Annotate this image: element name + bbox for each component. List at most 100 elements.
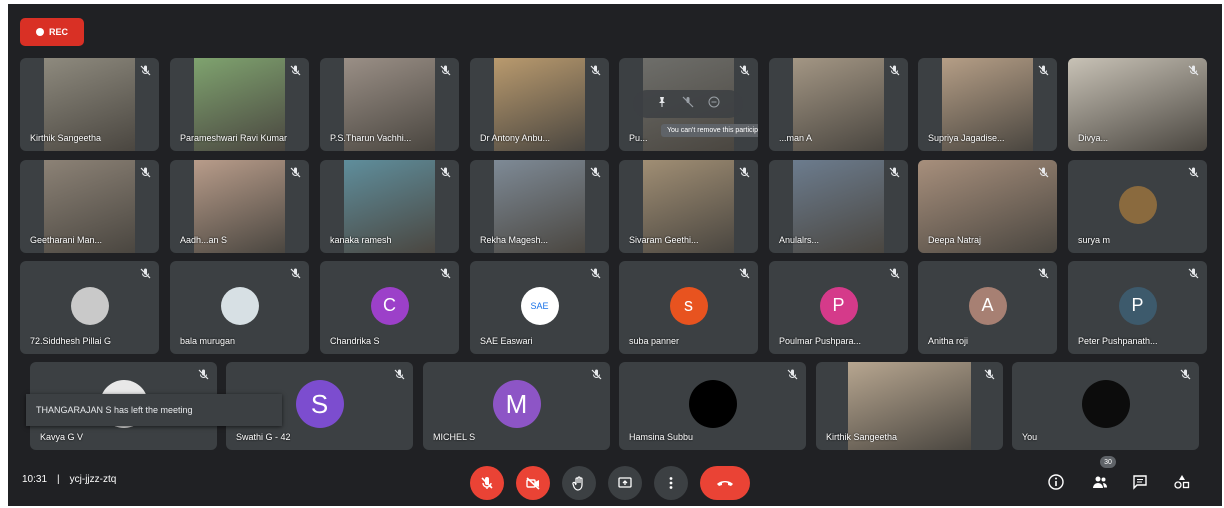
mic-muted-icon: [290, 65, 301, 76]
present-button[interactable]: [608, 466, 642, 500]
activities-button[interactable]: [1170, 470, 1194, 494]
mic-muted-icon: [290, 167, 301, 178]
participant-tile[interactable]: Deepa Natraj: [918, 160, 1057, 253]
mic-off-icon: [481, 477, 493, 489]
participant-name: Kirthik Sangeetha: [30, 133, 102, 143]
participant-tile[interactable]: You: [1012, 362, 1199, 450]
pin-icon: [659, 97, 665, 107]
participant-name: bala murugan: [180, 336, 236, 346]
present-icon: [618, 477, 632, 488]
mic-muted-icon: [290, 268, 301, 279]
participant-tile[interactable]: kanaka ramesh: [320, 160, 459, 253]
meeting-time: 10:31: [22, 474, 48, 485]
mic-muted-icon: [440, 65, 451, 76]
participant-tile[interactable]: A Anitha roji: [918, 261, 1057, 354]
recording-badge: REC: [20, 18, 84, 46]
participant-tile[interactable]: Rekha Magesh...: [470, 160, 609, 253]
mic-muted-icon: [739, 268, 750, 279]
remove-tooltip: You can't remove this participant: [661, 124, 758, 137]
participant-name: You: [1022, 432, 1038, 442]
participant-name: Deepa Natraj: [928, 235, 982, 245]
participant-tile[interactable]: Aadh...an S: [170, 160, 309, 253]
participant-name: Rekha Magesh...: [480, 235, 549, 245]
participant-tile[interactable]: Kirthik Sangeetha: [20, 58, 159, 151]
shapes-icon: [1174, 475, 1190, 489]
mic-muted-icon: [739, 167, 750, 178]
meet-window: REC Kirthik Sangeetha Parameshwari Ravi K…: [8, 4, 1222, 506]
mic-muted-icon: [1188, 268, 1199, 279]
meeting-details: 10:31 | ycj-jjzz-ztq: [22, 474, 116, 485]
participant-tile[interactable]: Kirthik Sangeetha: [816, 362, 1003, 450]
chat-button[interactable]: [1128, 470, 1152, 494]
raise-hand-button[interactable]: [562, 466, 596, 500]
mic-off-button[interactable]: [470, 466, 504, 500]
record-dot-icon: [35, 28, 44, 36]
participant-name: kanaka ramesh: [330, 235, 392, 245]
mute-participant-button[interactable]: [682, 95, 694, 113]
phone-hangup-icon: [717, 481, 733, 486]
participant-avatar: S: [295, 380, 344, 429]
pin-button[interactable]: [656, 95, 668, 113]
participant-tile[interactable]: P Poulmar Pushpara...: [769, 261, 908, 354]
mic-muted-icon: [140, 167, 151, 178]
participant-name: Peter Pushpanath...: [1078, 336, 1158, 346]
participant-tile[interactable]: Sivaram Geethi...: [619, 160, 758, 253]
mic-muted-icon: [739, 65, 750, 76]
hand-icon: [572, 476, 583, 491]
camera-off-button[interactable]: [516, 466, 550, 500]
participant-tile[interactable]: P.S.Tharun Vachhi...: [320, 58, 459, 151]
mic-muted-icon: [889, 167, 900, 178]
participant-tile[interactable]: Pu... You can't remove this participant: [619, 58, 758, 151]
participant-name: suba panner: [629, 336, 680, 346]
participant-count: 30: [1104, 458, 1112, 466]
mic-muted-icon: [440, 167, 451, 178]
participant-tile[interactable]: Anulalrs...: [769, 160, 908, 253]
mic-muted-icon: [889, 65, 900, 76]
participant-tile[interactable]: Parameshwari Ravi Kumar: [170, 58, 309, 151]
mic-muted-icon: [590, 65, 601, 76]
mic-muted-icon: [1038, 268, 1049, 279]
participant-name: P.S.Tharun Vachhi...: [330, 133, 412, 143]
participant-tile[interactable]: Dr Antony Anbu...: [470, 58, 609, 151]
participant-name: Supriya Jagadise...: [928, 133, 1005, 143]
participant-tile[interactable]: Geetharani Man...: [20, 160, 159, 253]
participant-name: Divya...: [1078, 133, 1109, 143]
participant-count-badge: 30: [1100, 456, 1116, 468]
participant-tile[interactable]: Hamsina Subbu: [619, 362, 806, 450]
mic-muted-icon: [1038, 65, 1049, 76]
people-icon: [1093, 476, 1107, 488]
mic-muted-icon: [1038, 167, 1049, 178]
participant-tile[interactable]: M MICHEL S: [423, 362, 610, 450]
participant-tile[interactable]: surya m: [1068, 160, 1207, 253]
info-icon: [1048, 474, 1064, 490]
participant-name: SAE Easwari: [480, 336, 533, 346]
left-meeting-toast: THANGARAJAN S has left the meeting: [26, 394, 282, 426]
mic-muted-icon: [394, 369, 405, 380]
remove-participant-button[interactable]: [708, 95, 720, 113]
participant-tile[interactable]: P Peter Pushpanath...: [1068, 261, 1207, 354]
participant-tile[interactable]: s suba panner: [619, 261, 758, 354]
participant-name: Kavya G V: [40, 432, 84, 442]
mic-muted-icon: [140, 65, 151, 76]
meeting-info-button[interactable]: [1044, 470, 1068, 494]
participant-tile[interactable]: C Chandrika S: [320, 261, 459, 354]
mic-muted-icon: [1188, 167, 1199, 178]
participant-tile[interactable]: Divya...: [1068, 58, 1207, 151]
end-call-button[interactable]: [700, 466, 750, 500]
camera-off-icon: [526, 477, 540, 490]
participant-name: Hamsina Subbu: [629, 432, 694, 442]
people-button[interactable]: [1088, 470, 1112, 494]
participant-tile[interactable]: 72.Siddhesh Pillai G: [20, 261, 159, 354]
mic-muted-icon: [889, 268, 900, 279]
participant-tile[interactable]: Supriya Jagadise...: [918, 58, 1057, 151]
participant-tile[interactable]: SAE SAE Easwari: [470, 261, 609, 354]
participant-name: Sivaram Geethi...: [629, 235, 699, 245]
mic-muted-icon: [787, 369, 798, 380]
participant-name: Anitha roji: [928, 336, 969, 346]
mic-muted-icon: [140, 268, 151, 279]
mic-muted-icon: [198, 369, 209, 380]
participant-tile[interactable]: ...man A: [769, 58, 908, 151]
participant-name: Aadh...an S: [180, 235, 228, 245]
more-options-button[interactable]: [654, 466, 688, 500]
participant-tile[interactable]: bala murugan: [170, 261, 309, 354]
